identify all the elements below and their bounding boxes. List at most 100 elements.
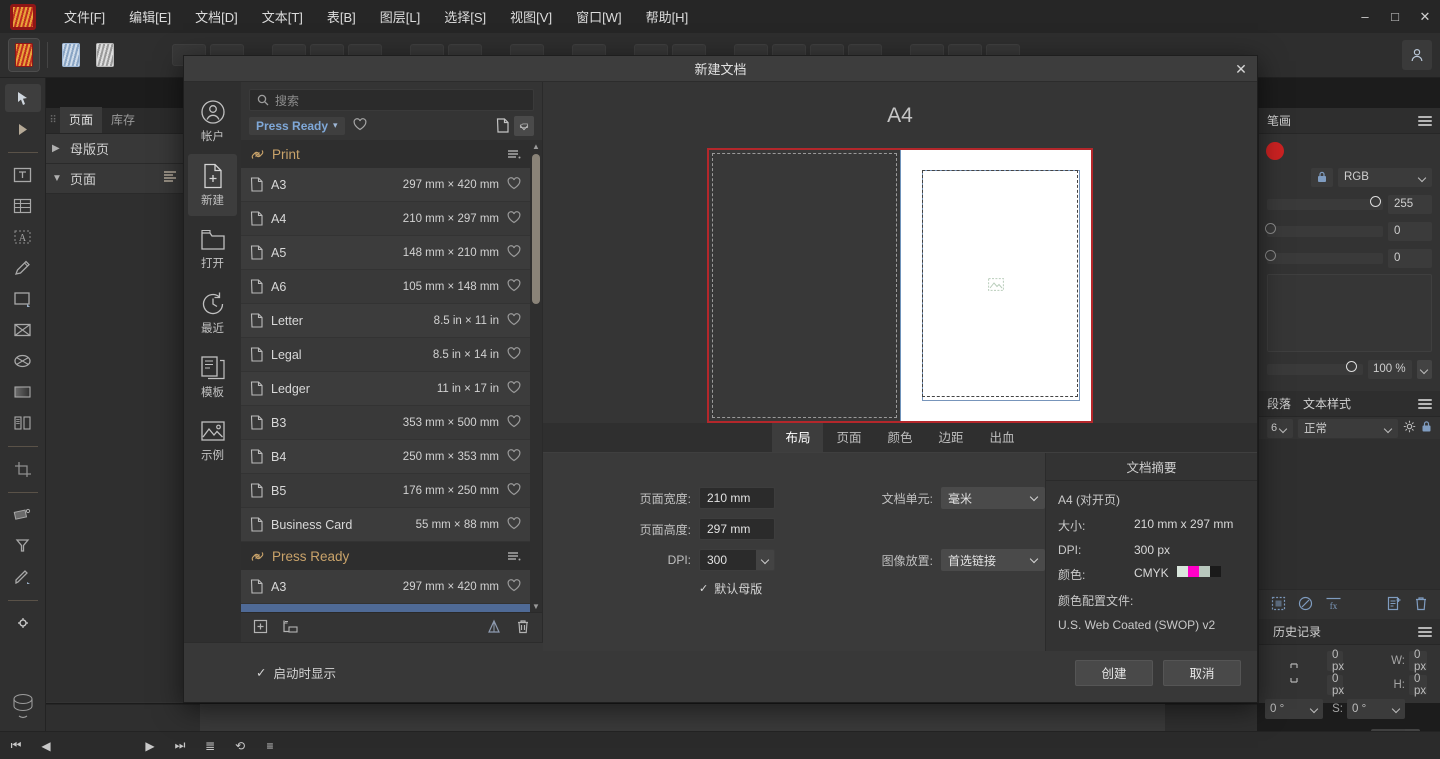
- document-tab[interactable]: [200, 704, 1165, 731]
- image-placement-select[interactable]: 首选链接: [941, 549, 1045, 571]
- transform-x-field[interactable]: 0 px: [1327, 649, 1344, 673]
- list-menu-icon[interactable]: [507, 550, 521, 562]
- menu-document[interactable]: 文档[D]: [183, 1, 250, 32]
- text-size-select[interactable]: 6: [1267, 418, 1293, 438]
- fill-tool-icon[interactable]: [5, 378, 41, 406]
- transform-w-field[interactable]: 0 px: [1409, 649, 1427, 673]
- dpi-stepper[interactable]: 300: [699, 549, 775, 571]
- picture-frame-tool-icon[interactable]: [5, 316, 41, 344]
- preset-item-a6[interactable]: A6 105 mm × 148 mm: [241, 270, 530, 304]
- transform-shear-field[interactable]: 0 °: [1347, 699, 1405, 719]
- preset-item-a3-press[interactable]: A3 297 mm × 420 mm: [241, 570, 530, 604]
- account-icon[interactable]: [1402, 40, 1432, 70]
- channel-slider-b[interactable]: [1265, 249, 1383, 264]
- dialog-nav-open[interactable]: 打开: [188, 218, 237, 280]
- channel-value-b[interactable]: 0: [1388, 248, 1432, 268]
- panel-grip-icon[interactable]: ⠿: [46, 107, 60, 133]
- heart-icon[interactable]: [507, 244, 523, 261]
- tab-pages[interactable]: 页面: [60, 107, 103, 133]
- transform-h-field[interactable]: 0 px: [1409, 673, 1427, 697]
- crop-tool-icon[interactable]: [5, 455, 41, 483]
- gradient-tool-icon[interactable]: [5, 501, 41, 529]
- show-on-startup-checkbox[interactable]: ✓ 启动时显示: [256, 663, 336, 682]
- cancel-button[interactable]: 取消: [1163, 659, 1241, 686]
- menu-select[interactable]: 选择[S]: [432, 1, 498, 32]
- tab-layout[interactable]: 布局: [772, 422, 824, 452]
- frame-text-tool-icon[interactable]: [5, 161, 41, 189]
- preset-item-business-card[interactable]: Business Card 55 mm × 88 mm: [241, 508, 530, 542]
- preset-item-b5[interactable]: B5 176 mm × 250 mm: [241, 474, 530, 508]
- pen-tool-icon[interactable]: [5, 254, 41, 282]
- channel-slider-g[interactable]: [1265, 222, 1383, 237]
- add-category-icon[interactable]: [282, 619, 299, 637]
- panel-menu-icon[interactable]: [1418, 625, 1432, 639]
- preflight-tool-icon[interactable]: [5, 609, 41, 637]
- heart-icon[interactable]: [507, 176, 523, 193]
- spread-icon[interactable]: ⟲: [232, 738, 248, 754]
- publisher-persona-icon[interactable]: [8, 38, 40, 72]
- preset-group-header-print[interactable]: Print: [241, 140, 530, 168]
- dialog-nav-recent[interactable]: 最近: [188, 282, 237, 344]
- pages-options-icon[interactable]: [162, 170, 178, 187]
- chevron-down-icon[interactable]: ▼: [52, 173, 64, 184]
- channel-value-r[interactable]: 255: [1388, 194, 1432, 214]
- preset-group-header-press-ready[interactable]: Press Ready: [241, 542, 530, 570]
- tab-paragraph[interactable]: 段落: [1267, 395, 1291, 412]
- master-pages-row[interactable]: ▶ 母版页: [46, 134, 184, 164]
- prev-page-button[interactable]: ◀: [38, 738, 54, 754]
- panel-menu-icon[interactable]: [1418, 114, 1432, 128]
- search-input[interactable]: 搜索: [275, 92, 299, 109]
- color-picker-tool-icon[interactable]: [5, 563, 41, 591]
- first-page-button[interactable]: ⏮: [8, 738, 24, 754]
- preset-item-a3[interactable]: A3 297 mm × 420 mm: [241, 168, 530, 202]
- designer-persona-icon[interactable]: [56, 39, 86, 71]
- heart-icon[interactable]: [507, 380, 523, 397]
- chevron-right-icon[interactable]: ▶: [52, 143, 64, 154]
- place-image-tool-icon[interactable]: [5, 409, 41, 437]
- flip-icon[interactable]: [486, 619, 502, 637]
- preflight-icon[interactable]: ≡: [262, 738, 278, 754]
- default-master-checkbox[interactable]: ✓ 默认母版: [699, 580, 775, 597]
- menu-help[interactable]: 帮助[H]: [634, 1, 701, 32]
- preset-list[interactable]: Print A3 297 mm × 420 mm A4 210 mm × 297…: [241, 140, 542, 612]
- scrollbar-thumb[interactable]: [532, 154, 540, 304]
- artistic-text-tool-icon[interactable]: A: [5, 223, 41, 251]
- blend-mode-select[interactable]: 正常: [1298, 418, 1398, 438]
- scroll-up-arrow-icon[interactable]: ▲: [530, 140, 542, 152]
- menu-layer[interactable]: 图层[L]: [368, 1, 432, 32]
- menu-view[interactable]: 视图[V]: [498, 1, 564, 32]
- zoom-tool-icon[interactable]: [5, 532, 41, 560]
- tab-bleed[interactable]: 出血: [977, 422, 1028, 452]
- pages-row[interactable]: ▼ 页面: [46, 164, 184, 194]
- minimize-icon[interactable]: –: [1350, 0, 1380, 33]
- preset-item-letter[interactable]: Letter 8.5 in × 11 in: [241, 304, 530, 338]
- gear-icon[interactable]: [1403, 420, 1416, 436]
- close-icon[interactable]: ✕: [1231, 59, 1251, 79]
- add-layer-icon[interactable]: [1387, 596, 1402, 614]
- opacity-chevron-down-icon[interactable]: [1417, 359, 1432, 379]
- pages-thumbnail-area[interactable]: [46, 194, 184, 702]
- heart-icon[interactable]: [507, 516, 523, 533]
- menu-edit[interactable]: 编辑[E]: [117, 1, 183, 32]
- menu-text[interactable]: 文本[T]: [250, 1, 315, 32]
- color-swatches-area[interactable]: [1267, 274, 1432, 352]
- rectangle-tool-icon[interactable]: [5, 285, 41, 313]
- dpi-input[interactable]: 300: [699, 549, 756, 571]
- heart-icon[interactable]: [507, 482, 523, 499]
- photo-persona-icon[interactable]: [90, 39, 120, 71]
- create-button[interactable]: 创建: [1075, 659, 1153, 686]
- page-width-input[interactable]: 210 mm: [699, 487, 775, 509]
- last-page-button[interactable]: ⏭: [172, 738, 188, 754]
- dialog-nav-account[interactable]: 帐户: [188, 90, 237, 152]
- scroll-down-arrow-icon[interactable]: ▼: [530, 600, 542, 612]
- heart-icon[interactable]: [507, 312, 523, 329]
- next-page-button[interactable]: ▶: [142, 738, 158, 754]
- dpi-chevron-down-icon[interactable]: [756, 549, 775, 571]
- transform-rotation-field[interactable]: 0 °: [1265, 699, 1323, 719]
- move-tool-icon[interactable]: [4, 84, 41, 112]
- panel-menu-icon[interactable]: [1418, 397, 1432, 411]
- node-tool-icon[interactable]: [5, 115, 41, 143]
- category-select[interactable]: Press Ready ▾: [249, 116, 345, 135]
- add-preset-icon[interactable]: [253, 619, 268, 637]
- layers-list-area[interactable]: [1259, 439, 1440, 589]
